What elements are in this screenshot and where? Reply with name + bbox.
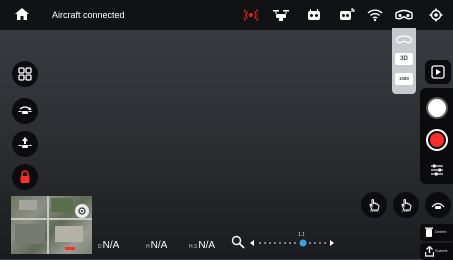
record-video-button[interactable]	[426, 129, 448, 151]
record-icon	[430, 133, 444, 147]
settings-gear-icon[interactable]	[429, 8, 443, 22]
photo-shutter-button[interactable]	[426, 97, 448, 119]
grid-menu-button[interactable]	[12, 61, 38, 87]
lock-button[interactable]	[12, 164, 38, 190]
drone-orbit-icon	[431, 202, 445, 209]
vr-glasses-icon[interactable]	[394, 9, 414, 21]
connection-status-text: Aircraft connected	[52, 10, 125, 20]
gesture-video-label: Video	[401, 209, 411, 213]
flight-mode-button[interactable]	[12, 98, 38, 124]
delete-button[interactable]: Delete	[420, 224, 453, 241]
telemetry-distance: DN/A	[98, 240, 120, 251]
zoom-search-icon	[231, 235, 245, 249]
drone-status-icon	[272, 8, 290, 22]
lock-icon	[20, 170, 30, 183]
trash-icon	[425, 227, 433, 237]
telemetry-horizontal-speed: H.SN/A	[189, 240, 216, 251]
mini-map[interactable]	[11, 196, 92, 254]
vr-mode-button[interactable]	[395, 33, 413, 45]
submit-button[interactable]: Submit	[420, 243, 453, 260]
gesture-photo-button[interactable]: Selfie	[361, 192, 387, 218]
capture-panel	[420, 88, 453, 184]
submit-label: Submit	[435, 248, 448, 253]
signal-strength-icon	[244, 8, 258, 22]
telemetry-height: HN/A	[146, 240, 168, 251]
drone-takeoff-icon	[18, 137, 32, 148]
zoom-slider[interactable]	[248, 238, 336, 248]
sliders-icon[interactable]	[430, 164, 444, 176]
remote-control-icon	[307, 8, 321, 22]
camera-tools-panel: 3D 1080	[392, 28, 416, 94]
map-position-marker	[65, 247, 75, 250]
gesture-photo-label: Selfie	[369, 209, 379, 213]
takeoff-button[interactable]	[12, 131, 38, 157]
play-icon	[431, 65, 445, 79]
upload-icon	[425, 246, 434, 257]
wifi-icon	[367, 8, 383, 22]
top-status-bar: Aircraft connected	[0, 0, 453, 30]
delete-label: Delete	[435, 229, 447, 234]
grid-icon	[18, 67, 32, 81]
3d-mode-button[interactable]: 3D	[395, 53, 413, 65]
camera-battery-icon	[339, 7, 355, 22]
resolution-button[interactable]: 1080	[395, 73, 413, 85]
map-locate-icon[interactable]	[75, 204, 89, 218]
drone-rotate-icon	[18, 106, 32, 114]
playback-button[interactable]	[425, 60, 451, 84]
home-icon[interactable]	[14, 7, 30, 21]
gesture-video-button[interactable]: Video	[393, 192, 419, 218]
zoom-slider-thumb	[299, 239, 307, 247]
orbit-button[interactable]	[425, 192, 451, 218]
